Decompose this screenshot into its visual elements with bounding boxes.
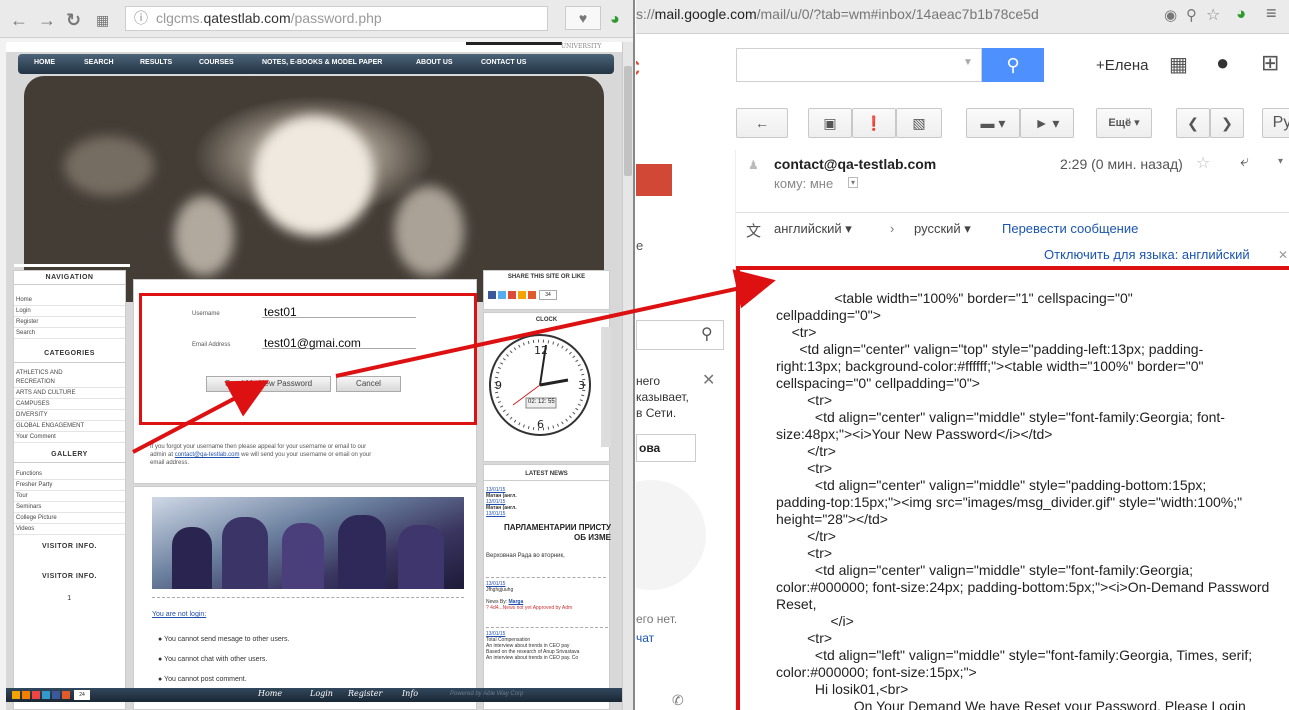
arrow-to-email-body: [335, 269, 776, 378]
arrow-to-send-button: [132, 380, 270, 454]
annotation-arrows: [132, 269, 776, 454]
